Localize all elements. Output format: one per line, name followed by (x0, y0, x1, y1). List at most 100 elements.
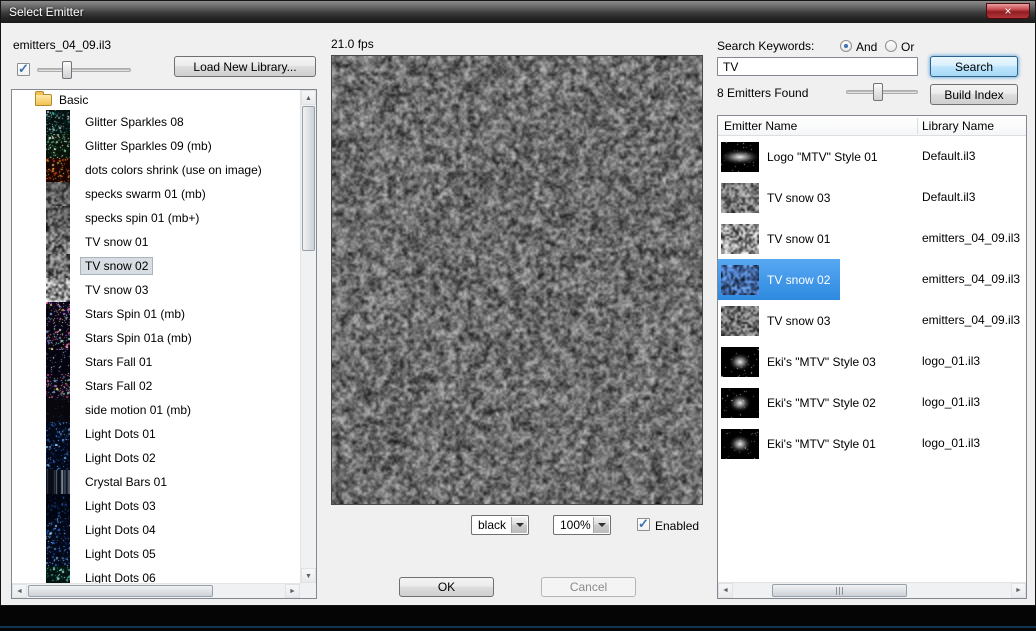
cancel-button[interactable]: Cancel (541, 577, 636, 597)
ok-button[interactable]: OK (399, 577, 494, 597)
list-item[interactable]: Stars Fall 02 (12, 374, 300, 398)
list-item[interactable]: Light Dots 03 (12, 494, 300, 518)
horizontal-scrollbar-thumb[interactable] (772, 584, 907, 597)
thumbnail-size-slider-thumb[interactable] (62, 61, 72, 79)
list-item[interactable]: Light Dots 02 (12, 446, 300, 470)
title-bar[interactable]: Select Emitter × (1, 1, 1035, 23)
emitter-label: Stars Fall 01 (81, 354, 156, 370)
list-item[interactable]: TV snow 01 (12, 230, 300, 254)
result-row[interactable]: TV snow 03 emitters_04_09.il3 (718, 300, 1026, 341)
result-emitter-name: TV snow 02 (767, 273, 830, 287)
emitter-label: Glitter Sparkles 08 (81, 114, 188, 130)
list-item[interactable]: Glitter Sparkles 09 (mb) (12, 134, 300, 158)
result-row[interactable]: Eki's "MTV" Style 03 logo_01.il3 (718, 341, 1026, 382)
list-item[interactable]: TV snow 03 (12, 278, 300, 302)
preview-zoom-select[interactable]: 100% (553, 515, 611, 535)
emitter-label: TV snow 02 (81, 258, 152, 274)
column-header-emitter-name[interactable]: Emitter Name (724, 119, 797, 133)
list-item[interactable]: side motion 01 (mb) (12, 398, 300, 422)
list-item[interactable]: Stars Fall 01 (12, 350, 300, 374)
result-row[interactable]: Logo "MTV" Style 01 Default.il3 (718, 136, 1026, 177)
results-horizontal-scrollbar[interactable]: ◄ ► (718, 582, 1026, 598)
list-item[interactable]: Crystal Bars 01 (12, 470, 300, 494)
emitter-thumbnail (46, 398, 70, 422)
result-name-cell: Eki's "MTV" Style 03 (718, 341, 886, 382)
scroll-right-icon[interactable]: ► (1011, 583, 1026, 598)
vertical-scrollbar-thumb[interactable] (302, 106, 315, 251)
results-thumbnail-slider[interactable] (846, 90, 918, 94)
list-item[interactable]: Light Dots 06 (12, 566, 300, 583)
scroll-right-icon[interactable]: ► (285, 584, 300, 598)
list-item[interactable]: TV snow 02 (12, 254, 300, 278)
result-row[interactable]: TV snow 03 Default.il3 (718, 177, 1026, 218)
result-thumbnail (721, 347, 759, 377)
folder-row-basic[interactable]: Basic (12, 90, 300, 110)
or-radio-label[interactable]: Or (901, 40, 914, 54)
scroll-left-icon[interactable]: ◄ (12, 584, 27, 598)
result-name-cell: TV snow 03 (718, 300, 840, 341)
dropdown-button[interactable] (511, 517, 527, 533)
emitter-thumbnail (46, 566, 70, 583)
emitter-thumbnail (46, 254, 70, 278)
result-library-name: Default.il3 (922, 136, 975, 177)
emitter-label: Light Dots 03 (81, 498, 160, 514)
scroll-down-icon[interactable]: ▼ (301, 568, 316, 583)
search-input[interactable] (717, 57, 918, 76)
list-item[interactable]: Light Dots 05 (12, 542, 300, 566)
emitter-thumbnail (46, 422, 70, 446)
and-radio-label[interactable]: And (856, 40, 877, 54)
close-button[interactable]: × (986, 3, 1030, 19)
preview-background-select[interactable]: black (471, 515, 529, 535)
result-row[interactable]: Eki's "MTV" Style 02 logo_01.il3 (718, 382, 1026, 423)
enabled-checkbox[interactable] (637, 518, 650, 531)
search-button[interactable]: Search (930, 56, 1018, 77)
horizontal-scrollbar-thumb[interactable] (28, 585, 213, 597)
emitter-label: dots colors shrink (use on image) (81, 162, 266, 178)
thumbnail-size-slider[interactable] (37, 68, 131, 72)
build-index-button[interactable]: Build Index (930, 84, 1018, 105)
load-new-library-button[interactable]: Load New Library... (174, 56, 316, 77)
result-row[interactable]: TV snow 01 emitters_04_09.il3 (718, 218, 1026, 259)
chevron-down-icon (598, 523, 606, 527)
folder-label: Basic (59, 93, 88, 107)
emitter-thumbnail (46, 278, 70, 302)
list-vertical-scrollbar[interactable]: ▲ ▼ (300, 90, 316, 583)
list-item[interactable]: Stars Spin 01 (mb) (12, 302, 300, 326)
list-horizontal-scrollbar[interactable]: ◄ ► (12, 583, 300, 598)
list-item[interactable]: Light Dots 01 (12, 422, 300, 446)
result-emitter-name: Logo "MTV" Style 01 (767, 150, 878, 164)
column-header-library-name[interactable]: Library Name (922, 119, 994, 133)
list-item[interactable]: Glitter Sparkles 08 (12, 110, 300, 134)
scroll-left-icon[interactable]: ◄ (718, 583, 733, 598)
chevron-down-icon (516, 523, 524, 527)
list-item[interactable]: Stars Spin 01a (mb) (12, 326, 300, 350)
emitter-thumbnail (46, 518, 70, 542)
list-item[interactable]: specks spin 01 (mb+) (12, 206, 300, 230)
scrollbar-corner (300, 583, 316, 598)
and-radio[interactable] (840, 40, 852, 52)
or-radio[interactable] (885, 40, 897, 52)
list-item[interactable]: Light Dots 04 (12, 518, 300, 542)
list-item[interactable]: dots colors shrink (use on image) (12, 158, 300, 182)
result-library-name: emitters_04_09.il3 (922, 300, 1020, 341)
result-emitter-name: Eki's "MTV" Style 01 (767, 437, 876, 451)
result-thumbnail (721, 142, 759, 172)
close-icon: × (1004, 4, 1011, 18)
column-divider[interactable] (917, 118, 918, 134)
library-checkbox[interactable] (17, 63, 30, 76)
list-item[interactable]: specks swarm 01 (mb) (12, 182, 300, 206)
emitter-thumbnail (46, 302, 70, 326)
scroll-up-icon[interactable]: ▲ (301, 90, 316, 105)
emitter-thumbnail (46, 326, 70, 350)
dropdown-button[interactable] (593, 517, 609, 533)
result-row[interactable]: TV snow 02 emitters_04_09.il3 (718, 259, 1026, 300)
result-row[interactable]: Eki's "MTV" Style 01 logo_01.il3 (718, 423, 1026, 464)
emitter-thumbnail (46, 374, 70, 398)
result-thumbnail (721, 388, 759, 418)
results-slider-thumb[interactable] (873, 83, 883, 101)
preview-area (331, 55, 703, 505)
emitter-label: Light Dots 06 (81, 570, 160, 583)
emitter-thumbnail (46, 350, 70, 374)
emitter-thumbnail (46, 110, 70, 134)
emitter-label: Light Dots 04 (81, 522, 160, 538)
